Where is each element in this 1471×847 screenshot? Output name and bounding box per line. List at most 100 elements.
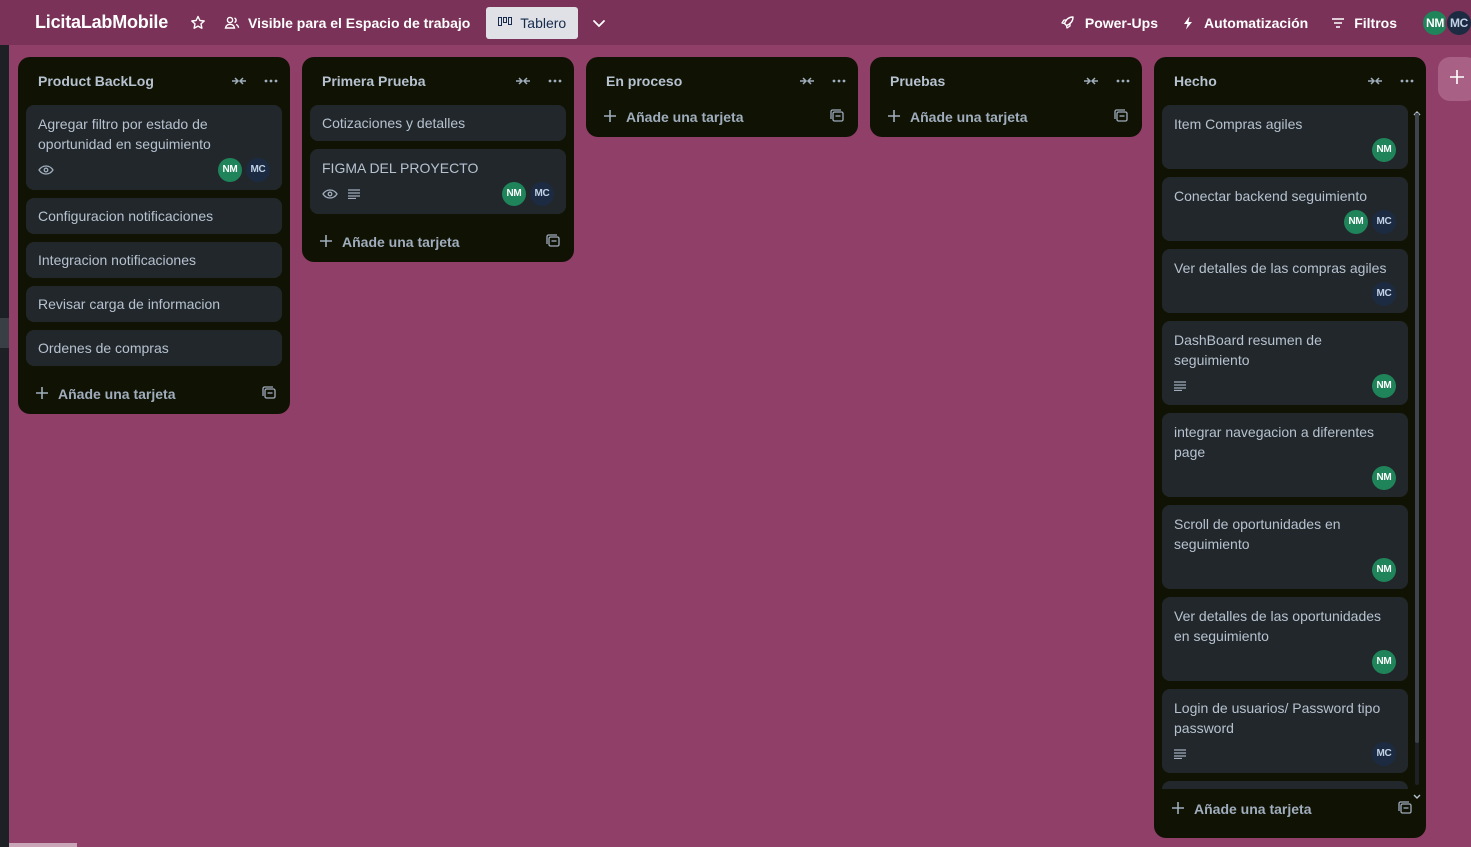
card[interactable]: DashBoard resumen de seguimiento NM — [1162, 321, 1408, 405]
add-card-button[interactable]: Añade una tarjeta — [320, 234, 459, 250]
filters-button[interactable]: Filtros — [1332, 15, 1397, 31]
card[interactable]: Conectar backend seguimiento NM MC — [1162, 177, 1408, 241]
card[interactable]: Cotizaciones y detalles — [310, 105, 566, 141]
scrollbar[interactable] — [1413, 105, 1421, 799]
board-horizontal-scrollbar[interactable] — [9, 843, 77, 847]
card-title: Ordenes de compras — [38, 340, 169, 356]
card[interactable]: Scroll de oportunidades en seguimiento N… — [1162, 505, 1408, 589]
avatar[interactable]: MC — [1372, 210, 1396, 234]
collapse-icon[interactable] — [798, 72, 816, 90]
avatar[interactable]: NM — [1372, 466, 1396, 490]
board-name[interactable]: LicitaLabMobile — [35, 12, 168, 33]
avatar[interactable]: NM — [1372, 650, 1396, 674]
scrollbar-thumb[interactable] — [1415, 113, 1419, 743]
tab-board-label: Tablero — [520, 14, 567, 31]
lightning-icon — [1182, 16, 1194, 30]
avatar[interactable]: NM — [1372, 558, 1396, 582]
card[interactable]: Ver detalles de las compras agiles MC — [1162, 249, 1408, 313]
board-icon — [498, 16, 513, 29]
list-header[interactable]: Product BackLog — [18, 57, 290, 105]
template-icon[interactable] — [262, 385, 276, 403]
card[interactable]: Ordenes de compras — [26, 330, 282, 366]
list-title[interactable]: Primera Prueba — [322, 73, 426, 89]
collapse-icon[interactable] — [1366, 72, 1384, 90]
plus-icon — [604, 109, 616, 125]
plus-icon — [1172, 801, 1184, 817]
add-list-button[interactable] — [1438, 57, 1471, 101]
collapse-icon[interactable] — [230, 72, 248, 90]
add-card-label: Añade una tarjeta — [1194, 801, 1312, 817]
template-icon[interactable] — [830, 108, 844, 126]
more-icon[interactable] — [1398, 72, 1416, 90]
list-title[interactable]: Hecho — [1174, 73, 1217, 89]
add-card-row: Añade una tarjeta — [18, 374, 290, 414]
template-icon[interactable] — [1114, 108, 1128, 126]
template-icon[interactable] — [546, 233, 560, 251]
list-product-backlog: Product BackLog Agregar filtro por estad… — [18, 57, 290, 414]
add-card-label: Añade una tarjeta — [910, 109, 1028, 125]
plus-icon — [1450, 69, 1464, 89]
card-title: Revisar carga de informacion — [38, 296, 221, 312]
more-icon[interactable] — [546, 72, 564, 90]
collapse-icon[interactable] — [514, 72, 532, 90]
card[interactable]: Integracion notificaciones — [26, 242, 282, 278]
powerups-label: Power-Ups — [1084, 14, 1158, 31]
rocket-icon — [1059, 15, 1075, 31]
card-title: Cotizaciones y detalles — [322, 115, 466, 131]
card-title: FIGMA DEL PROYECTO — [322, 160, 479, 176]
powerups-button[interactable]: Power-Ups — [1059, 15, 1158, 31]
list-header[interactable]: Hecho — [1154, 57, 1426, 105]
avatar[interactable]: MC — [530, 182, 554, 206]
left-edge-handle[interactable] — [0, 318, 9, 348]
card[interactable]: Agregar filtro por estado de oportunidad… — [26, 105, 282, 190]
card[interactable]: Item Compras agiles NM — [1162, 105, 1408, 169]
avatar[interactable]: MC — [1372, 282, 1396, 306]
card[interactable]: Revisar carga de informacion — [26, 286, 282, 322]
card-title: Ver detalles de las oportunidades en seg… — [1174, 608, 1382, 644]
add-card-row: Añade una tarjeta — [302, 222, 574, 262]
automation-button[interactable]: Automatización — [1182, 15, 1308, 31]
list-header[interactable]: Primera Prueba — [302, 57, 574, 105]
list-title[interactable]: Product BackLog — [38, 73, 154, 89]
more-icon[interactable] — [1114, 72, 1132, 90]
tab-board-view[interactable]: Tablero — [486, 6, 579, 39]
add-card-button[interactable]: Añade una tarjeta — [1172, 801, 1311, 817]
avatar[interactable]: NM — [502, 182, 526, 206]
card-title: Integracion notificaciones — [38, 252, 196, 268]
list-title[interactable]: En proceso — [606, 73, 682, 89]
scroll-down-icon[interactable] — [1413, 787, 1421, 805]
add-card-button[interactable]: Añade una tarjeta — [888, 109, 1027, 125]
more-icon[interactable] — [830, 72, 848, 90]
card[interactable]: integrar navegacion a diferentes page NM — [1162, 413, 1408, 497]
hecho-card-scroll-area[interactable]: Item Compras agiles NM Conectar backend … — [1154, 105, 1426, 789]
add-card-button[interactable]: Añade una tarjeta — [36, 386, 175, 402]
avatar[interactable]: NM — [1344, 210, 1368, 234]
list-hecho: Hecho Item Compras agiles NM Conectar ba… — [1154, 57, 1426, 838]
avatar[interactable]: MC — [246, 158, 270, 182]
avatar[interactable]: MC — [1372, 742, 1396, 766]
add-card-label: Añade una tarjeta — [58, 386, 176, 402]
card[interactable]: Ver detalles de las oportunidades en seg… — [1162, 597, 1408, 681]
plus-icon — [320, 234, 332, 250]
card-partial[interactable] — [1162, 781, 1408, 789]
template-icon[interactable] — [1398, 800, 1412, 818]
avatar[interactable]: NM — [1372, 374, 1396, 398]
chevron-down-icon[interactable] — [591, 15, 607, 31]
avatar[interactable]: MC — [1445, 8, 1471, 37]
plus-icon — [888, 109, 900, 125]
card-title: Conectar backend seguimiento — [1174, 188, 1368, 204]
collapse-icon[interactable] — [1082, 72, 1100, 90]
card[interactable]: Login de usuarios/ Password tipo passwor… — [1162, 689, 1408, 773]
add-card-button[interactable]: Añade una tarjeta — [604, 109, 743, 125]
avatar[interactable]: NM — [218, 158, 242, 182]
card[interactable]: Configuracion notificaciones — [26, 198, 282, 234]
card-title: integrar navegacion a diferentes page — [1174, 424, 1375, 460]
card-title: DashBoard resumen de seguimiento — [1174, 332, 1322, 368]
card[interactable]: FIGMA DEL PROYECTO NM MC — [310, 149, 566, 214]
card-title: Login de usuarios/ Password tipo passwor… — [1174, 700, 1381, 736]
star-icon[interactable] — [190, 15, 206, 31]
list-title[interactable]: Pruebas — [890, 73, 945, 89]
avatar[interactable]: NM — [1372, 138, 1396, 162]
visibility-button[interactable]: Visible para el Espacio de trabajo — [224, 15, 470, 31]
more-icon[interactable] — [262, 72, 280, 90]
